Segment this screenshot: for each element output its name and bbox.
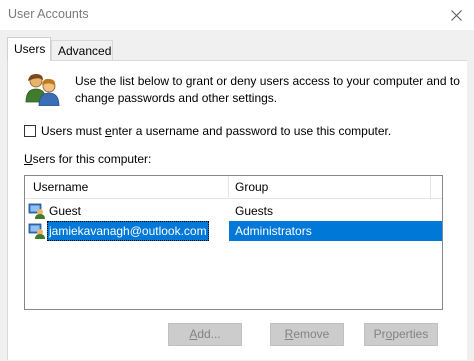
title-bar: User Accounts bbox=[0, 0, 474, 30]
add-button[interactable]: Add... bbox=[168, 323, 242, 346]
list-header: Username Group bbox=[25, 176, 442, 199]
column-divider[interactable] bbox=[228, 176, 229, 198]
require-login-checkbox[interactable] bbox=[24, 125, 36, 137]
tab-advanced[interactable]: Advanced bbox=[51, 40, 113, 60]
require-login-label[interactable]: Users must enter a username and password… bbox=[41, 124, 391, 138]
close-icon bbox=[450, 9, 462, 21]
remove-button[interactable]: Remove bbox=[270, 323, 344, 346]
column-divider[interactable] bbox=[430, 176, 431, 198]
username-cell: Guest bbox=[49, 204, 82, 218]
properties-button[interactable]: Properties bbox=[364, 323, 438, 346]
users-list-label: Users for this computer: bbox=[24, 152, 152, 166]
users-icon bbox=[25, 74, 60, 106]
window-title: User Accounts bbox=[8, 7, 89, 21]
users-list[interactable]: Username Group Guest Guests jamiekavanag… bbox=[24, 175, 443, 310]
tab-users[interactable]: Users bbox=[7, 37, 51, 61]
tab-advanced-label: Advanced bbox=[58, 44, 112, 58]
user-account-icon bbox=[28, 203, 45, 219]
tab-users-label: Users bbox=[14, 42, 46, 56]
list-item-jamiekavanagh[interactable]: jamiekavanagh@outlook.com Administrators bbox=[25, 221, 442, 241]
list-item-guest[interactable]: Guest Guests bbox=[25, 201, 442, 221]
user-account-icon bbox=[28, 223, 45, 239]
group-cell: Guests bbox=[235, 204, 274, 218]
column-header-group[interactable]: Group bbox=[235, 180, 268, 194]
column-header-username[interactable]: Username bbox=[33, 180, 88, 194]
close-button[interactable] bbox=[438, 0, 474, 30]
group-cell: Administrators bbox=[229, 221, 442, 241]
intro-text: Use the list below to grant or deny user… bbox=[75, 74, 460, 105]
username-cell: jamiekavanagh@outlook.com bbox=[47, 221, 209, 241]
